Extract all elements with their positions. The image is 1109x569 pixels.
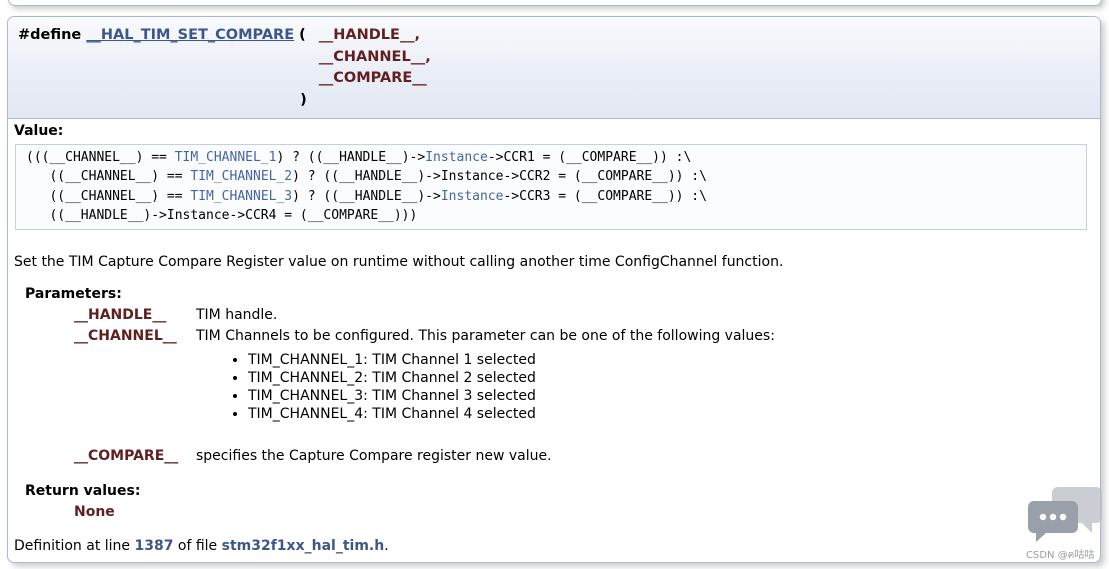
param-compare: __COMPARE__ — [318, 70, 427, 86]
definition-middle: of file — [177, 538, 218, 554]
previous-member-card — [8, 0, 1102, 6]
value-code-block: (((__CHANNEL__) == TIM_CHANNEL_1) ? ((__… — [15, 144, 1087, 230]
return-value-none: None — [74, 504, 115, 520]
code-text: ((__CHANNEL__) == — [26, 189, 191, 204]
parameters-label: Parameters: — [25, 286, 122, 302]
code-text: Instance->CCR2 = (__COMPARE__)) :\ — [440, 169, 707, 184]
definition-prefix: Definition at line — [14, 538, 131, 554]
prototype-table: #define __HAL_TIM_SET_COMPARE ( __HANDLE… — [18, 25, 431, 111]
param-desc-compare: specifies the Capture Compare register n… — [196, 448, 552, 464]
definition-line: Definition at line 1387 of file stm32f1x… — [14, 538, 389, 554]
open-paren: ( — [299, 27, 306, 43]
code-link-tim-channel-2[interactable]: TIM_CHANNEL_2 — [190, 169, 292, 184]
param-name-compare: __COMPARE__ — [74, 448, 179, 464]
code-link-instance[interactable]: Instance — [441, 189, 504, 204]
definition-file-link[interactable]: stm32f1xx_hal_tim.h — [222, 538, 385, 554]
list-item: TIM_CHANNEL_2: TIM Channel 2 selected — [248, 369, 536, 387]
list-item: TIM_CHANNEL_1: TIM Channel 1 selected — [248, 351, 536, 369]
code-link-instance[interactable]: Instance — [425, 150, 488, 165]
code-text: ->CCR1 = (__COMPARE__)) :\ — [487, 150, 692, 165]
param-channel: __CHANNEL__, — [318, 48, 431, 65]
code-line-2: ((__CHANNEL__) == TIM_CHANNEL_2) ? ((__H… — [26, 167, 707, 186]
macro-doc-card: #define __HAL_TIM_SET_COMPARE ( __HANDLE… — [7, 16, 1101, 563]
code-link-tim-channel-1[interactable]: TIM_CHANNEL_1 — [175, 150, 277, 165]
code-text: ((__CHANNEL__) == — [26, 169, 191, 184]
code-line-1: (((__CHANNEL__) == TIM_CHANNEL_1) ? ((__… — [26, 148, 691, 167]
param-name-channel: __CHANNEL__ — [74, 328, 177, 344]
definition-line-link[interactable]: 1387 — [134, 538, 173, 554]
param-desc-handle: TIM handle. — [196, 307, 278, 323]
value-label: Value: — [14, 123, 64, 139]
code-text: ) ? ((__HANDLE__)-> — [292, 189, 441, 204]
param-name-handle: __HANDLE__ — [74, 307, 167, 323]
chat-bubble-icon[interactable] — [1028, 485, 1102, 543]
close-paren: ) — [300, 91, 307, 108]
list-item: TIM_CHANNEL_3: TIM Channel 3 selected — [248, 387, 536, 405]
code-text: (((__CHANNEL__) == — [26, 150, 175, 165]
macro-prototype: #define __HAL_TIM_SET_COMPARE ( __HANDLE… — [8, 17, 1100, 119]
param-handle: __HANDLE__, — [318, 27, 420, 43]
macro-description: Set the TIM Capture Compare Register val… — [14, 254, 784, 270]
channel-values-list: TIM_CHANNEL_1: TIM Channel 1 selected TI… — [230, 351, 536, 423]
param-desc-channel: TIM Channels to be configured. This para… — [196, 328, 775, 344]
list-item: TIM_CHANNEL_4: TIM Channel 4 selected — [248, 405, 536, 423]
define-keyword: #define — [18, 27, 82, 43]
definition-suffix: . — [384, 538, 389, 554]
code-line-4: ((__HANDLE__)->Instance->CCR4 = (__COMPA… — [26, 206, 417, 225]
code-text: ((__HANDLE__)->Instance->CCR4 = (__COMPA… — [26, 208, 418, 223]
code-text: ->CCR3 = (__COMPARE__)) :\ — [503, 189, 707, 204]
code-line-3: ((__CHANNEL__) == TIM_CHANNEL_3) ? ((__H… — [26, 187, 707, 206]
macro-name-link[interactable]: __HAL_TIM_SET_COMPARE — [86, 27, 294, 43]
watermark: CSDN @ฅ咕咕 — [1026, 550, 1095, 561]
code-text: ) ? ((__HANDLE__)-> — [292, 169, 441, 184]
code-text: ) ? ((__HANDLE__)-> — [276, 150, 426, 165]
return-values-label: Return values: — [25, 483, 141, 499]
code-link-tim-channel-3[interactable]: TIM_CHANNEL_3 — [190, 189, 292, 204]
